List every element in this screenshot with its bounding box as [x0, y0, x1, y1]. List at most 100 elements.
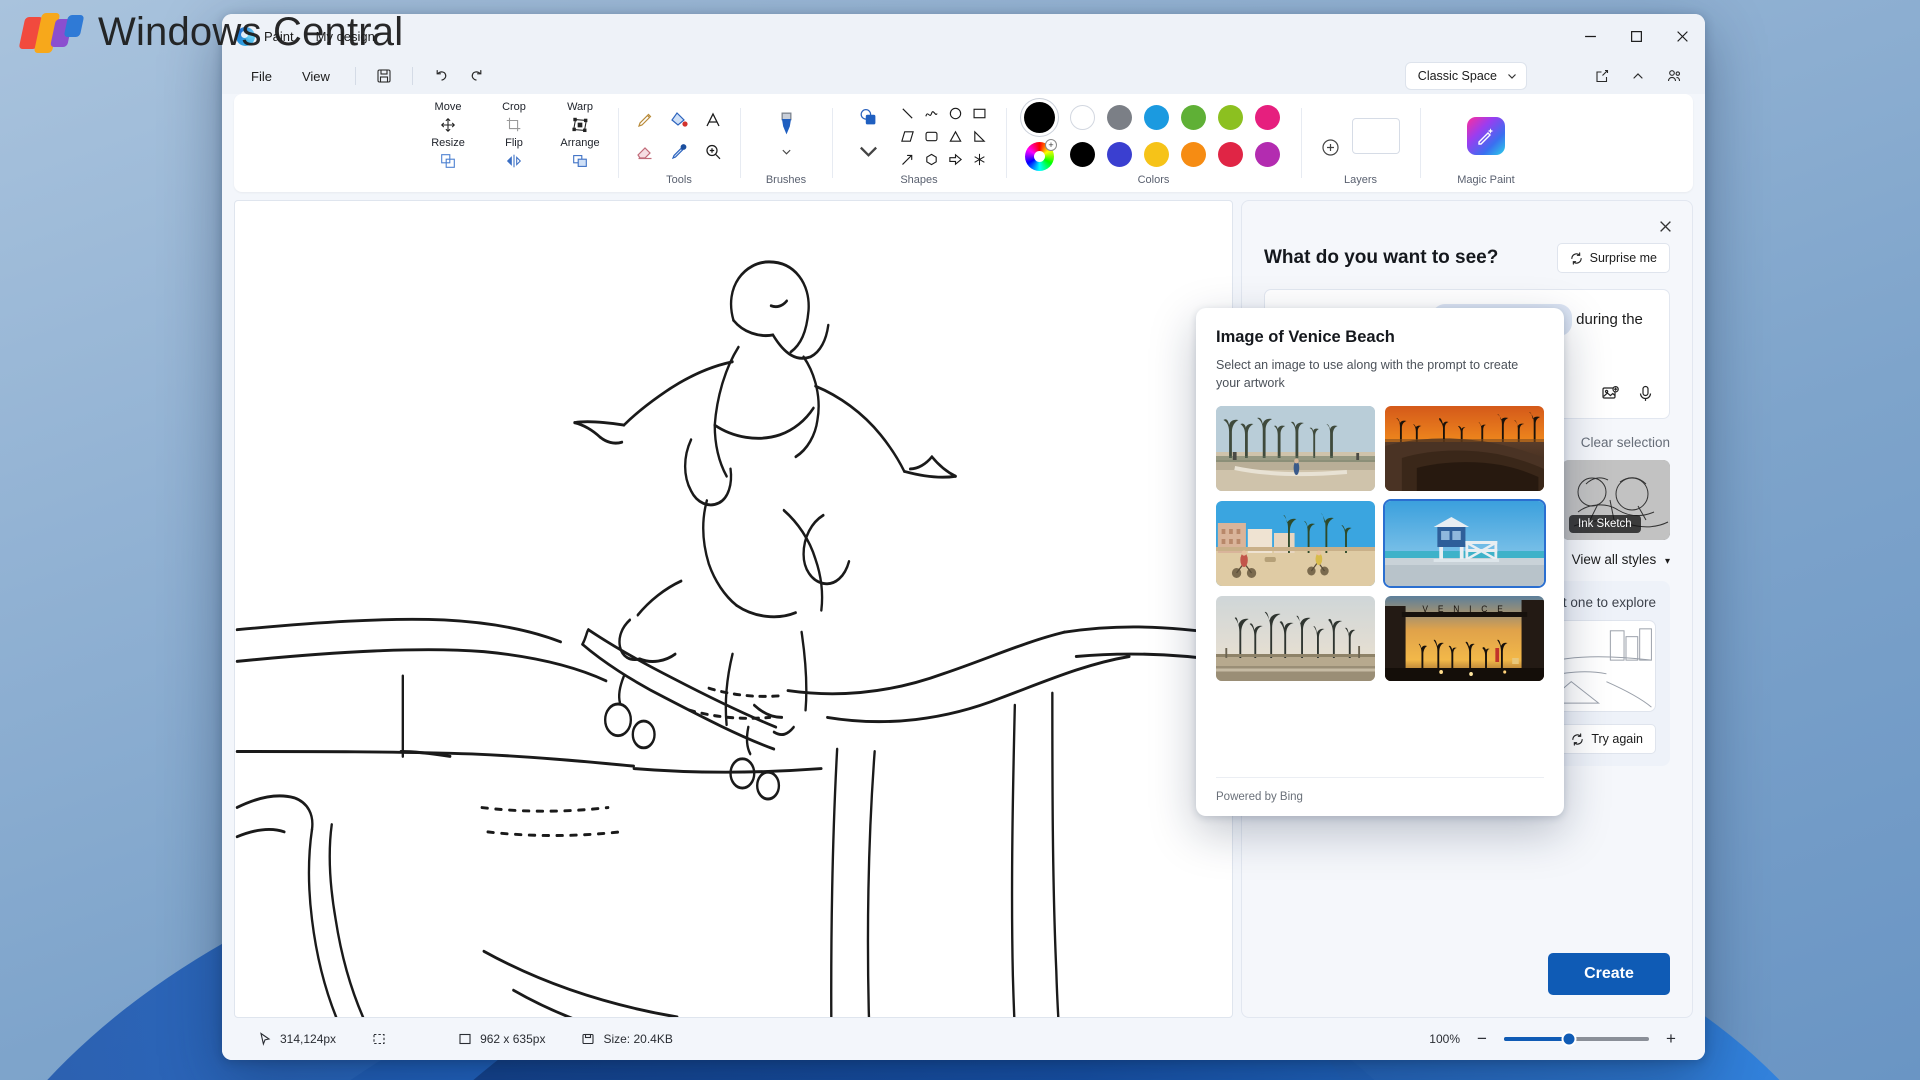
parallelogram-shape-icon[interactable]	[896, 126, 918, 147]
file-size-value: Size: 20.4KB	[603, 1032, 672, 1046]
swatch-yellow[interactable]	[1144, 142, 1169, 167]
prompt-actions	[1601, 384, 1655, 408]
zoom-in-button[interactable]: +	[1663, 1029, 1679, 1049]
tool-crop-label: Crop	[502, 101, 526, 113]
create-button[interactable]: Create	[1548, 953, 1670, 995]
pencil-icon[interactable]	[628, 104, 662, 136]
zoom-slider[interactable]	[1504, 1037, 1649, 1041]
swatch-red[interactable]	[1218, 142, 1243, 167]
colors-area: +	[1024, 102, 1283, 171]
tool-crop[interactable]: Crop Flip	[486, 101, 542, 172]
hexagon-shape-icon[interactable]	[920, 149, 942, 170]
collapse-ribbon-icon[interactable]	[1621, 62, 1655, 90]
menu-divider-2	[412, 67, 413, 85]
title-bar: Paint My design	[222, 14, 1705, 58]
try-again-button[interactable]: Try again	[1558, 724, 1656, 754]
swatch-blue-purple[interactable]	[1107, 142, 1132, 167]
tool-warp[interactable]: Warp Arrange	[552, 101, 608, 172]
menu-view[interactable]: View	[289, 64, 343, 89]
titlebar-trailing-actions	[1585, 62, 1691, 90]
drawing-canvas[interactable]	[234, 200, 1233, 1018]
arrow-shape-icon[interactable]	[896, 149, 918, 170]
redo-button[interactable]	[461, 62, 493, 90]
cursor-position: 314,124px	[280, 1032, 336, 1046]
image-option-skate-bowl-sunset[interactable]	[1385, 406, 1544, 491]
ribbon-group-brushes-label: Brushes	[740, 174, 832, 186]
eyedropper-icon[interactable]	[662, 136, 696, 168]
swatch-orange[interactable]	[1181, 142, 1206, 167]
dialog-title: Image of Venice Beach	[1216, 328, 1544, 347]
layer-thumbnail[interactable]	[1352, 118, 1400, 154]
panel-close-button[interactable]	[1652, 213, 1678, 239]
tool-move[interactable]: Move Resize	[420, 101, 476, 172]
thumbnail-skate-bowl-sunset	[1385, 406, 1544, 491]
swatch-black[interactable]	[1070, 142, 1095, 167]
space-picker-dropdown[interactable]: Classic Space	[1405, 62, 1527, 90]
zoom-slider-knob[interactable]	[1562, 1032, 1577, 1047]
ribbon-toolbar: Move Resize Crop	[234, 94, 1693, 192]
rectangle-shape-icon[interactable]	[968, 103, 990, 124]
create-row: Create	[1264, 933, 1670, 1017]
add-layer-icon[interactable]	[1321, 138, 1340, 162]
image-option-venice-boardwalk-palms[interactable]	[1216, 406, 1375, 491]
fill-bucket-icon[interactable]	[662, 104, 696, 136]
people-icon[interactable]	[1657, 62, 1691, 90]
shape-fill-button[interactable]	[848, 106, 888, 167]
prompt-after: during the	[1576, 311, 1643, 328]
color-swatch-grid	[1067, 102, 1283, 170]
right-triangle-shape-icon[interactable]	[968, 126, 990, 147]
rounded-rect-shape-icon[interactable]	[920, 126, 942, 147]
status-canvas-size: 962 x 635px	[440, 1032, 563, 1046]
status-selection	[354, 1032, 404, 1046]
shapes-body	[848, 103, 990, 184]
style-card-ink-sketch[interactable]: Ink Sketch	[1562, 460, 1670, 540]
image-tools-col-1: Move Resize	[420, 101, 476, 172]
minimize-button[interactable]	[1567, 14, 1613, 58]
swatch-magenta[interactable]	[1255, 105, 1280, 130]
image-option-venice-sign-sunset[interactable]: V E N I C E	[1385, 596, 1544, 681]
swatch-white[interactable]	[1070, 105, 1095, 130]
warp-icon	[571, 114, 589, 136]
thumbnail-palm-row-dusk	[1216, 596, 1375, 681]
share-icon[interactable]	[1585, 62, 1619, 90]
zoom-out-button[interactable]: −	[1474, 1029, 1490, 1049]
maximize-button[interactable]	[1613, 14, 1659, 58]
magic-paint-button[interactable]	[1444, 117, 1528, 155]
undo-button[interactable]	[425, 62, 457, 90]
swatch-cyan-blue[interactable]	[1144, 105, 1169, 130]
line-shape-icon[interactable]	[896, 103, 918, 124]
tool-flip-label: Flip	[505, 137, 523, 149]
color-wheel-icon[interactable]: +	[1025, 142, 1054, 171]
window-controls	[1567, 14, 1705, 58]
style-card-label: Ink Sketch	[1569, 515, 1641, 533]
image-option-palm-row-dusk[interactable]	[1216, 596, 1375, 681]
image-option-lifeguard-tower[interactable]	[1385, 501, 1544, 586]
close-button[interactable]	[1659, 14, 1705, 58]
view-all-styles-label: View all styles	[1572, 552, 1657, 567]
star-shape-icon[interactable]	[968, 149, 990, 170]
svg-text:V E N I C E: V E N I C E	[1422, 604, 1506, 614]
curve-shape-icon[interactable]	[920, 103, 942, 124]
magnifier-icon[interactable]	[696, 136, 730, 168]
save-button[interactable]	[368, 62, 400, 90]
image-option-beach-buildings-bikes[interactable]	[1216, 501, 1375, 586]
surprise-me-button[interactable]: Surprise me	[1557, 243, 1670, 273]
oval-shape-icon[interactable]	[944, 103, 966, 124]
triangle-shape-icon[interactable]	[944, 126, 966, 147]
text-icon[interactable]	[696, 104, 730, 136]
swatch-purple[interactable]	[1255, 142, 1280, 167]
swatch-gray[interactable]	[1107, 105, 1132, 130]
menu-file[interactable]: File	[238, 64, 285, 89]
eraser-icon[interactable]	[628, 136, 662, 168]
status-cursor: 314,124px	[240, 1032, 354, 1046]
tools-grid	[628, 104, 730, 168]
microphone-icon[interactable]	[1636, 384, 1655, 408]
brush-button[interactable]	[762, 111, 810, 162]
current-color-swatch[interactable]	[1024, 102, 1055, 133]
swatch-green[interactable]	[1181, 105, 1206, 130]
block-arrow-shape-icon[interactable]	[944, 149, 966, 170]
swatch-yellow-green[interactable]	[1218, 105, 1243, 130]
insert-image-icon[interactable]	[1601, 384, 1620, 408]
dialog-footer: Powered by Bing	[1216, 777, 1544, 816]
selection-icon	[372, 1032, 386, 1046]
